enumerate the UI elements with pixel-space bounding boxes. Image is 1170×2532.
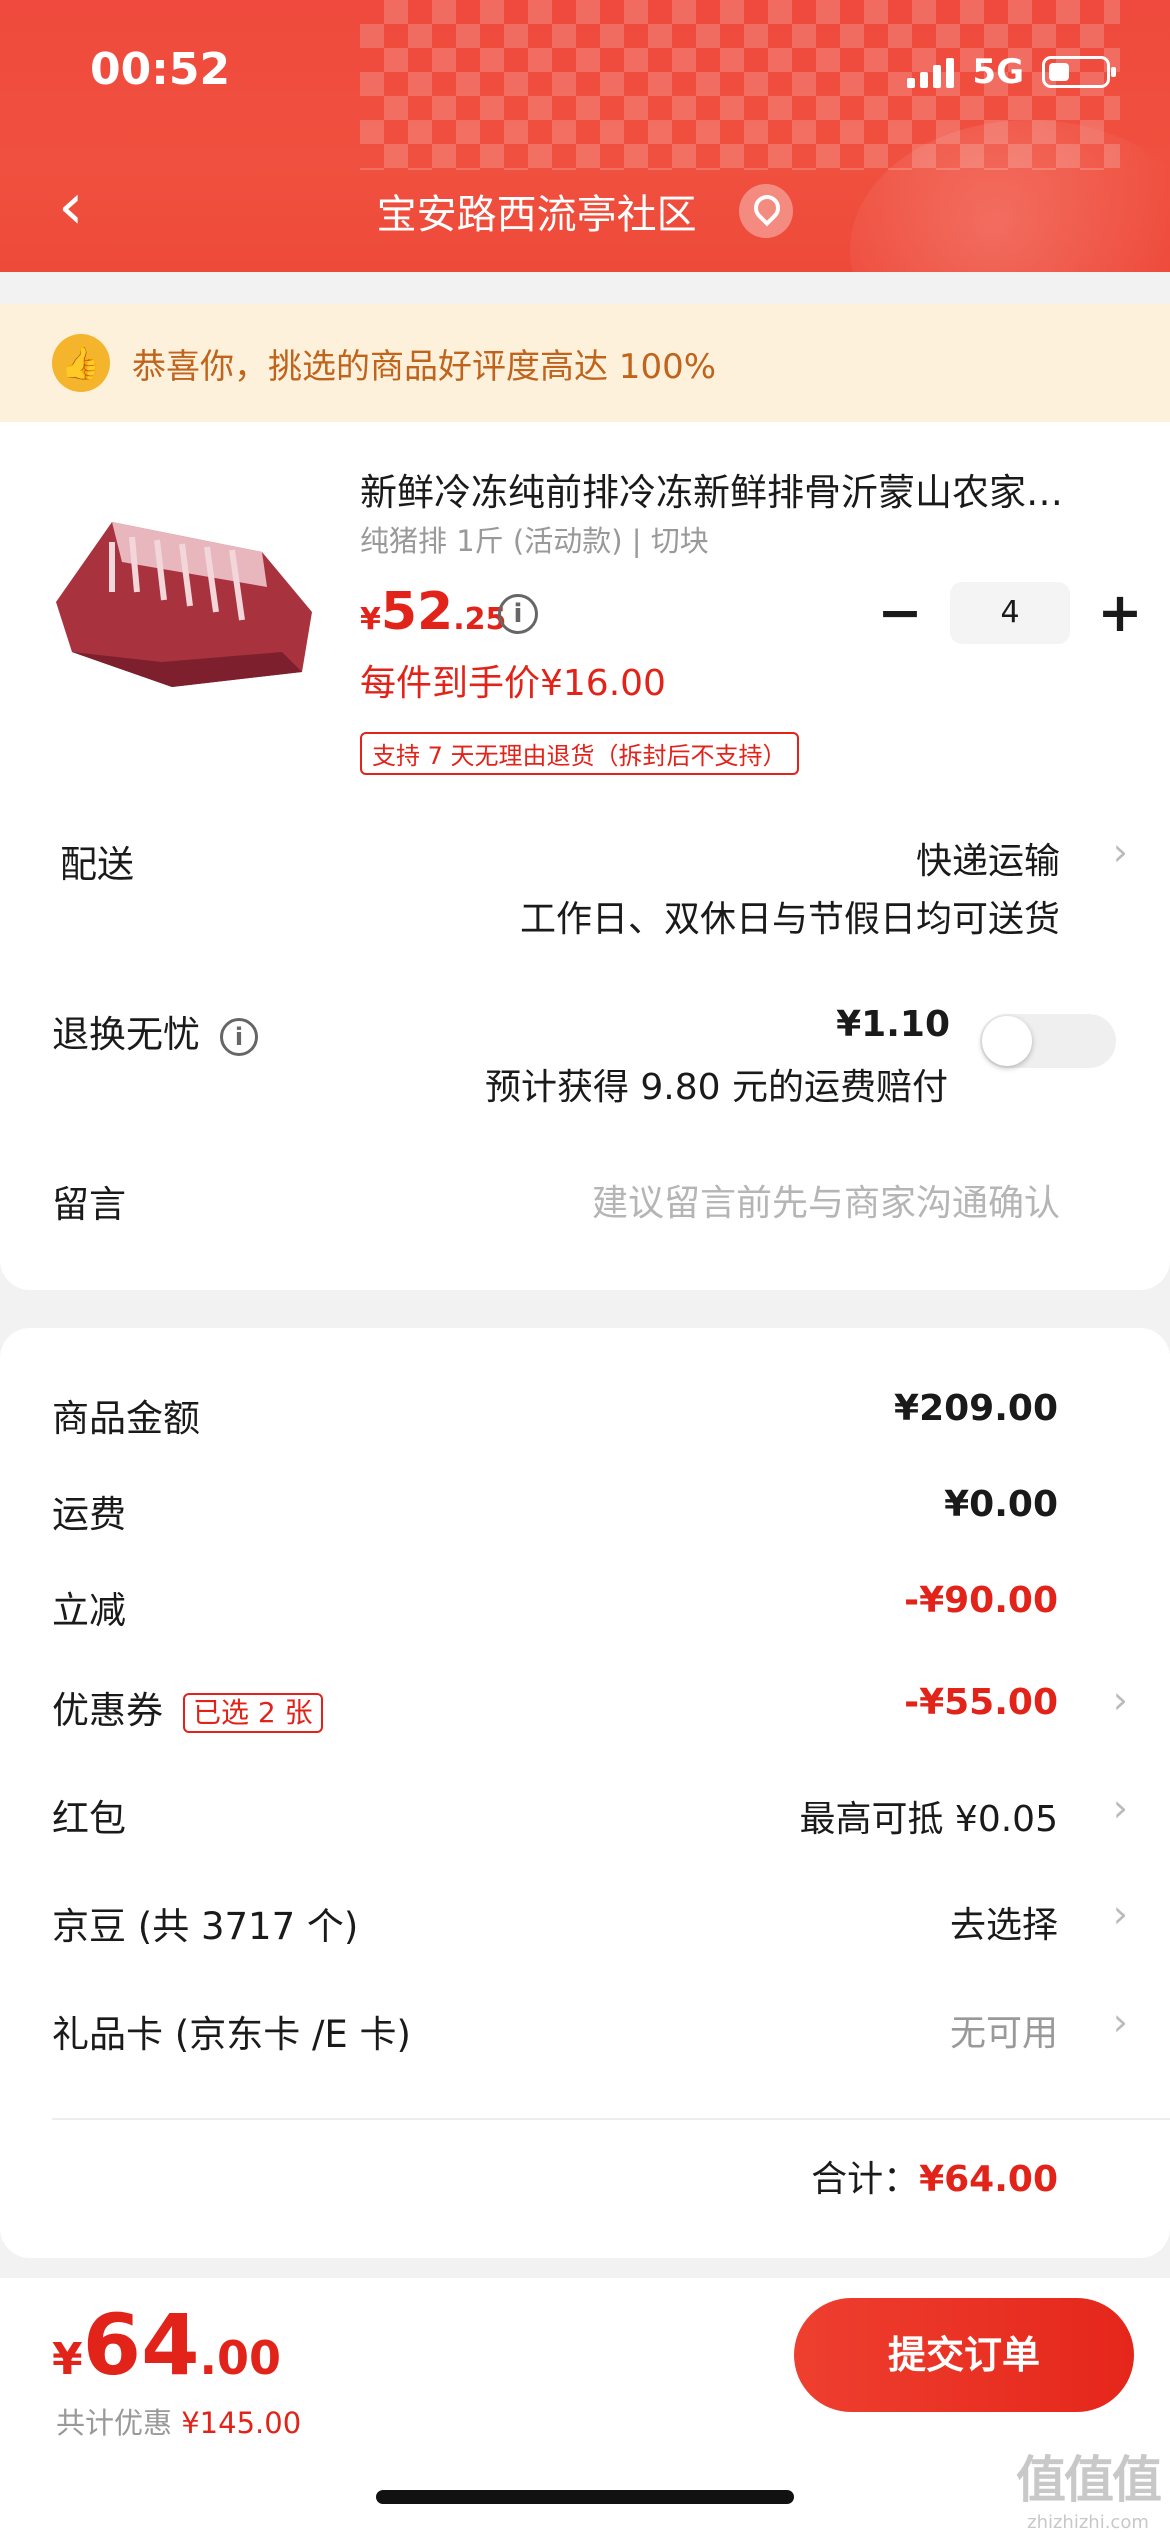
banner-text: 恭喜你，挑选的商品好评度高达 100%: [132, 346, 717, 387]
delivery-method[interactable]: 快递运输: [916, 832, 1060, 884]
price-summary-card: 商品金额 ¥209.00 运费 ¥0.00 立减 -¥90.00 优惠券 已选 2…: [0, 1328, 1170, 2258]
total-label: 合计：: [811, 2159, 920, 2200]
return-service-price: ¥1.10: [836, 1004, 950, 1045]
red-packet-chevron-icon[interactable]: ›: [1113, 1786, 1128, 1830]
gift-card-value[interactable]: 无可用: [950, 2004, 1058, 2056]
message-input[interactable]: 建议留言前先与商家沟通确认: [592, 1174, 1060, 1226]
thumbs-up-icon: 👍: [52, 334, 110, 392]
product-price: ¥52.25: [360, 582, 506, 642]
product-title[interactable]: 新鲜冷冻纯前排冷冻新鲜排骨沂蒙山农家…: [360, 462, 1120, 516]
final-price: ¥64.00: [52, 2296, 281, 2394]
gift-card-chevron-icon[interactable]: ›: [1113, 2000, 1128, 2044]
delivery-note: 工作日、双休日与节假日均可送货: [519, 899, 1060, 940]
decrease-button[interactable]: −: [870, 583, 930, 643]
product-image[interactable]: [52, 482, 324, 702]
quantity-input[interactable]: 4: [950, 582, 1070, 644]
coupon-selected-tag: 已选 2 张: [183, 1692, 323, 1733]
total-saved: 共计优惠 ¥145.00: [56, 2400, 301, 2442]
checkout-bar: ¥64.00 共计优惠 ¥145.00 提交订单: [0, 2278, 1170, 2532]
gift-card-label: 礼品卡 (京东卡 /E 卡): [52, 2013, 411, 2056]
return-service-toggle[interactable]: [980, 1014, 1116, 1068]
red-packet-value[interactable]: 最高可抵 ¥0.05: [799, 1790, 1058, 1842]
watermark-logo-text: 值值值: [1016, 2451, 1162, 2509]
unit-final-price: 每件到手价¥16.00: [360, 663, 666, 704]
return-service-row: 退换无忧 i: [52, 1004, 258, 1058]
page-title: 宝安路西流亭社区: [376, 192, 697, 238]
nav-title-bar: 宝安路西流亭社区: [0, 182, 1170, 240]
total-saved-value: ¥145.00: [181, 2406, 302, 2440]
coupon-chevron-icon[interactable]: ›: [1113, 1678, 1128, 1722]
return-policy-tag: 支持 7 天无理由退货（拆封后不支持）: [360, 732, 799, 775]
final-price-currency: ¥: [52, 2334, 83, 2385]
instant-discount-value: -¥90.00: [904, 1580, 1058, 1621]
delivery-chevron-icon[interactable]: ›: [1113, 830, 1128, 874]
signal-icon: [907, 56, 955, 88]
total-value: ¥64.00: [919, 2159, 1058, 2200]
watermark-domain: zhizhizhi.com: [1027, 2512, 1149, 2532]
summary-divider: [52, 2118, 1170, 2120]
final-price-decimal: .00: [199, 2331, 282, 2385]
shipping-value: ¥0.00: [944, 1484, 1058, 1525]
red-packet-label: 红包: [52, 1797, 126, 1840]
final-price-integer: 64: [82, 2296, 200, 2394]
quantity-stepper: − 4 +: [870, 582, 1150, 644]
total-line: 合计：¥64.00: [811, 2150, 1058, 2202]
message-label: 留言: [52, 1183, 126, 1226]
delivery-label: 配送: [60, 843, 134, 886]
location-pin-icon[interactable]: [739, 184, 794, 238]
goods-amount-value: ¥209.00: [894, 1388, 1058, 1429]
coupon-label: 优惠券: [52, 1689, 163, 1732]
shipping-label: 运费: [52, 1493, 126, 1536]
return-info-icon[interactable]: i: [220, 1017, 258, 1056]
goods-amount-label: 商品金额: [52, 1397, 200, 1440]
total-saved-label: 共计优惠: [56, 2406, 182, 2440]
submit-order-button[interactable]: 提交订单: [794, 2298, 1134, 2412]
return-service-label: 退换无忧: [52, 1013, 200, 1056]
return-service-note: 预计获得 9.80 元的运费赔付: [484, 1067, 948, 1108]
price-integer: 52: [380, 582, 454, 642]
price-info-icon[interactable]: i: [498, 594, 538, 634]
order-item-card: 新鲜冷冻纯前排冷冻新鲜排骨沂蒙山农家… 纯猪排 1斤 (活动款) | 切块 ¥5…: [0, 422, 1170, 1290]
battery-icon: [1042, 56, 1116, 88]
status-time: 00:52: [90, 44, 231, 95]
instant-discount-label: 立减: [52, 1589, 126, 1632]
jingdou-value[interactable]: 去选择: [950, 1896, 1058, 1948]
increase-button[interactable]: +: [1090, 583, 1150, 643]
header: 00:52 5G ‹ 宝安路西流亭社区: [0, 0, 1170, 272]
home-indicator[interactable]: [376, 2490, 794, 2504]
product-spec[interactable]: 纯猪排 1斤 (活动款) | 切块: [360, 518, 709, 560]
network-type: 5G: [972, 52, 1024, 92]
praise-banner: 👍 恭喜你，挑选的商品好评度高达 100%: [0, 304, 1170, 422]
status-icons: 5G: [907, 52, 1116, 92]
jingdou-label: 京豆 (共 3717 个): [52, 1905, 359, 1948]
coupon-row[interactable]: 优惠券 已选 2 张: [52, 1680, 323, 1734]
coupon-value[interactable]: -¥55.00: [904, 1682, 1058, 1723]
price-currency: ¥: [360, 602, 381, 637]
jingdou-chevron-icon[interactable]: ›: [1113, 1892, 1128, 1936]
watermark-logo: 值值值 zhizhizhi.com: [1016, 2440, 1162, 2532]
